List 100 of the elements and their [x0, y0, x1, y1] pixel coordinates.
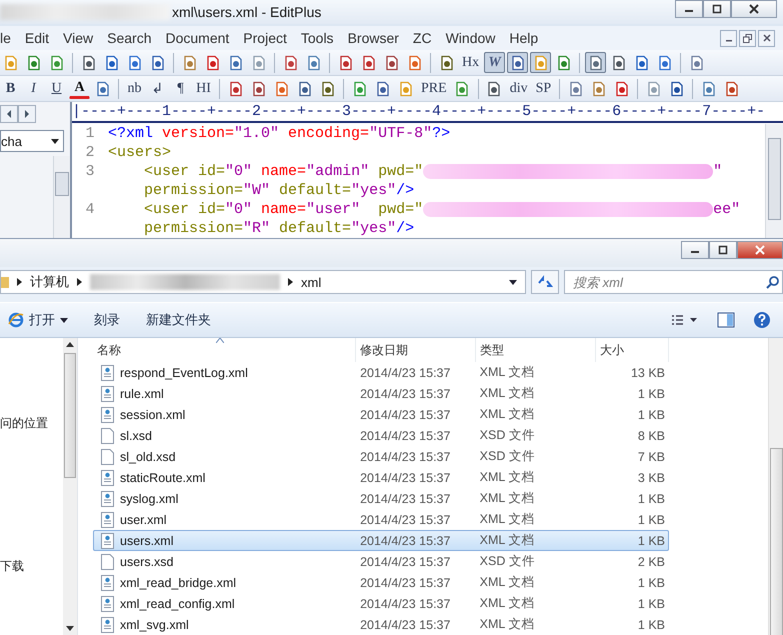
vertical-scrollbar[interactable] [63, 338, 77, 635]
modified-date: 2014/4/23 15:37 [359, 554, 452, 568]
file-type: XML 文档 [478, 364, 536, 381]
toolbar-button[interactable]: W [484, 52, 506, 73]
file-row[interactable]: session.xml 2014/4/23 15:37 XML 文档 1 KB [93, 404, 669, 425]
file-row[interactable]: user.xml 2014/4/23 15:37 XML 文档 1 KB [93, 509, 669, 530]
file-name: sl.xsd [120, 428, 152, 442]
search-field[interactable]: 搜索 xml [564, 270, 783, 294]
restore-button[interactable] [739, 30, 756, 46]
xml-file-icon [101, 616, 114, 632]
menu-item[interactable]: Window [438, 30, 502, 46]
maximize-button[interactable] [703, 0, 731, 18]
file-size: 1 KB [636, 596, 666, 610]
toolbar-button[interactable]: nb [124, 78, 145, 99]
command-button[interactable]: 新建文件夹 [136, 307, 221, 333]
code-line: <user id="0" name="admin" pwd=" " [143, 163, 722, 180]
toolbar-button[interactable]: PRE [418, 78, 450, 99]
file-type: XML 文档 [478, 385, 536, 402]
folder-icon [1, 275, 9, 289]
toolbar-button[interactable]: SP [532, 78, 554, 99]
caret-icon [60, 318, 68, 322]
scroll-right-button[interactable] [18, 105, 36, 123]
caret-icon [51, 138, 59, 144]
toolbar-button[interactable]: U [46, 78, 67, 99]
file-name: user.xml [120, 512, 167, 526]
toolbar-button[interactable]: I [23, 78, 44, 99]
vertical-scrollbar[interactable] [765, 124, 783, 238]
file-row[interactable]: users.xml 2014/4/23 15:37 XML 文档 1 KB [93, 530, 669, 551]
toolbar-button[interactable] [530, 52, 552, 73]
minimize-button[interactable] [720, 30, 737, 46]
close-button[interactable] [731, 0, 777, 18]
scroll-left-button[interactable] [0, 105, 18, 123]
close-button[interactable] [758, 30, 775, 46]
file-name: staticRoute.xml [120, 470, 206, 484]
menu-item[interactable]: View [56, 30, 100, 46]
breadcrumb[interactable]: xml [301, 274, 322, 290]
file-row[interactable]: xml_read_bridge.xml 2014/4/23 15:37 XML 文档 1 KB [93, 572, 669, 593]
toolbar-button[interactable]: A [69, 78, 90, 99]
file-name: syslog.xml [120, 492, 178, 506]
column-header[interactable]: 修改日期 [356, 338, 476, 362]
scroll-up-icon[interactable] [66, 342, 74, 347]
vertical-scrollbar[interactable] [53, 156, 70, 238]
file-row[interactable]: respond_EventLog.xml 2014/4/23 15:37 XML 文档 13 KB [93, 362, 669, 383]
file-row[interactable]: rule.xml 2014/4/23 15:37 XML 文档 1 KB [93, 383, 669, 404]
line-number: 2 [85, 144, 94, 161]
toolbar-button[interactable]: ¶ [170, 78, 191, 99]
file-row[interactable]: syslog.xml 2014/4/23 15:37 XML 文档 1 KB [93, 488, 669, 509]
scroll-down-icon[interactable] [66, 626, 74, 631]
column-ruler: |----+----1----+----2----+----3----+----4----+----5----+----6----+----7----+- [72, 102, 783, 123]
nav-item[interactable]: 下载 [0, 558, 24, 575]
help-icon [753, 311, 771, 329]
toolbar-button[interactable]: ↲ [147, 78, 168, 99]
maximize-button[interactable] [709, 241, 737, 259]
toolbar-button[interactable] [507, 52, 528, 73]
nav-item[interactable]: 问的位置 [0, 415, 48, 432]
toolbar-button[interactable]: Hx [459, 52, 482, 73]
file-size: 8 KB [636, 428, 666, 442]
vertical-scrollbar[interactable] [768, 338, 783, 635]
file-row[interactable]: sl_old.xsd 2014/4/23 15:37 XSD 文件 7 KB [93, 446, 669, 467]
line-number: 4 [85, 201, 94, 218]
column-header[interactable]: 大小 [596, 338, 669, 362]
blank-file-icon [101, 554, 114, 570]
column-header[interactable]: 名称 [93, 338, 356, 362]
menu-item[interactable]: Search [100, 30, 158, 46]
toolbar-button[interactable]: div [506, 78, 531, 99]
modified-date: 2014/4/23 15:37 [359, 618, 452, 632]
xml-file-icon [101, 406, 114, 422]
file-row[interactable]: sl.xsd 2014/4/23 15:37 XSD 文件 8 KB [93, 425, 669, 446]
menu-item[interactable]: ZC [406, 30, 439, 46]
code-line: permission="W" default="yes"/> [143, 182, 414, 199]
file-type: XML 文档 [478, 595, 536, 612]
file-size: 1 KB [636, 492, 666, 506]
file-size: 1 KB [636, 534, 666, 548]
toolbar-button[interactable]: HI [193, 78, 214, 99]
file-row[interactable]: staticRoute.xml 2014/4/23 15:37 XML 文档 3 KB [93, 467, 669, 488]
list-view-icon [671, 314, 699, 326]
command-button[interactable]: 刻录 [84, 307, 130, 333]
modified-date: 2014/4/23 15:37 [359, 386, 452, 400]
menu-item[interactable]: Edit [18, 30, 56, 46]
file-row[interactable]: xml_svg.xml 2014/4/23 15:37 XML 文档 1 KB [93, 614, 669, 635]
command-button[interactable]: 打开 [6, 307, 78, 333]
toolbar-button[interactable]: B [0, 78, 21, 99]
refresh-button[interactable] [531, 270, 559, 294]
menu-item[interactable]: le [0, 30, 18, 46]
minimize-button[interactable] [675, 0, 703, 18]
directory-dropdown[interactable]: cha [0, 130, 64, 152]
xml-file-icon [101, 386, 114, 402]
file-row[interactable]: users.xsd 2014/4/23 15:37 XSD 文件 2 KB [93, 551, 669, 572]
breadcrumb[interactable]: 计算机 [30, 273, 69, 291]
column-header[interactable]: 类型 [476, 338, 596, 362]
menu-item[interactable]: Help [502, 30, 546, 46]
menu-item[interactable]: Document [158, 30, 236, 46]
file-type: XML 文档 [478, 532, 536, 549]
address-bar[interactable]: 计算机 xml [0, 270, 526, 294]
menu-item[interactable]: Project [236, 30, 294, 46]
minimize-button[interactable] [681, 241, 709, 259]
toolbar-button[interactable] [585, 52, 606, 73]
menu-item[interactable]: Tools [294, 30, 341, 46]
menu-item[interactable]: Browser [340, 30, 406, 46]
file-row[interactable]: xml_read_config.xml 2014/4/23 15:37 XML 文档 1 KB [93, 593, 669, 614]
